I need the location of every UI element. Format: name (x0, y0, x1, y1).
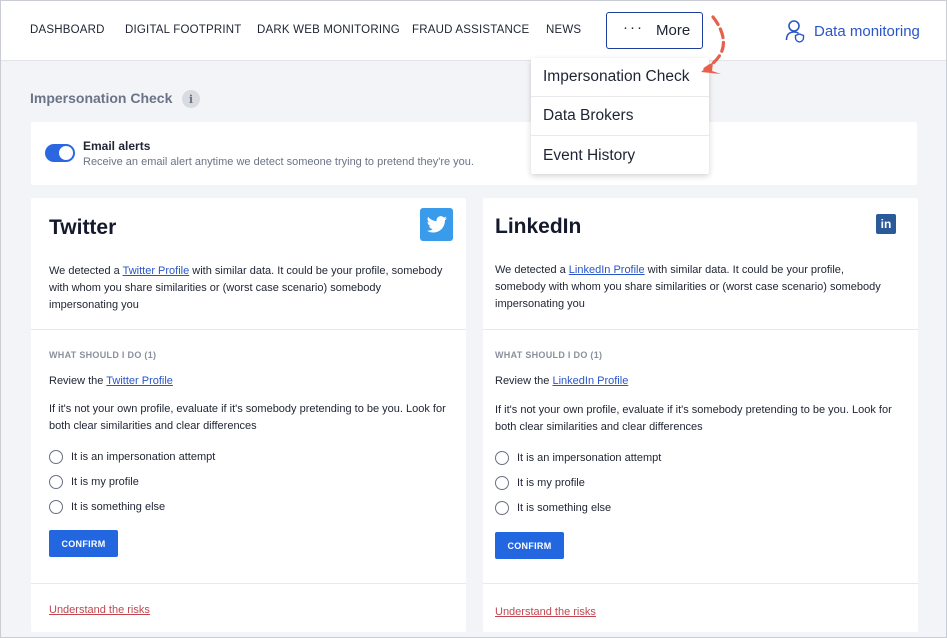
more-dots-icon: ··· (623, 19, 644, 36)
confirm-button[interactable]: CONFIRM (495, 532, 564, 559)
email-alerts-description: Receive an email alert anytime we detect… (83, 156, 474, 168)
card-title: LinkedIn (495, 215, 582, 238)
nav-digital-footprint[interactable]: DIGITAL FOOTPRINT (125, 24, 242, 36)
divider (31, 583, 466, 584)
menu-item-event-history[interactable]: Event History (531, 136, 709, 175)
linkedin-profile-link[interactable]: LinkedIn Profile (569, 264, 645, 276)
linkedin-in-icon: in (876, 214, 896, 234)
email-alerts-title: Email alerts (83, 139, 151, 153)
nav-fraud-assistance[interactable]: FRAUD ASSISTANCE (412, 24, 529, 36)
divider (31, 329, 466, 330)
understand-risks-link[interactable]: Understand the risks (495, 606, 596, 618)
nav-dark-web-monitoring[interactable]: DARK WEB MONITORING (257, 24, 400, 36)
option-my-profile[interactable]: It is my profile (49, 475, 139, 489)
review-linkedin-profile-link[interactable]: LinkedIn Profile (552, 375, 628, 387)
data-monitoring-label: Data monitoring (814, 22, 920, 40)
radio-button[interactable] (49, 450, 63, 464)
card-description: We detected a LinkedIn Profile with simi… (495, 262, 895, 313)
option-something-else[interactable]: It is something else (495, 501, 611, 515)
option-impersonation-attempt[interactable]: It is an impersonation attempt (495, 451, 661, 465)
option-something-else[interactable]: It is something else (49, 500, 165, 514)
radio-label: It is something else (517, 502, 612, 514)
menu-item-data-brokers[interactable]: Data Brokers (531, 97, 709, 136)
radio-button[interactable] (49, 500, 63, 514)
more-dropdown-menu: Impersonation Check Data Brokers Event H… (531, 58, 709, 174)
evaluate-text: If it's not your own profile, evaluate i… (49, 403, 446, 432)
divider (483, 329, 918, 330)
email-alerts-toggle[interactable] (45, 144, 75, 162)
toggle-knob (59, 146, 73, 160)
confirm-button[interactable]: CONFIRM (49, 530, 118, 557)
twitter-bird-icon (420, 208, 453, 241)
option-my-profile[interactable]: It is my profile (495, 476, 585, 490)
info-icon[interactable]: i (182, 90, 200, 108)
review-line: Review the Twitter Profile (49, 375, 173, 387)
radio-button[interactable] (49, 475, 63, 489)
evaluate-text: If it's not your own profile, evaluate i… (495, 404, 892, 433)
review-prefix: Review the (495, 375, 553, 387)
twitter-card: Twitter We detected a Twitter Profile wi… (31, 198, 466, 632)
desc-prefix: We detected a (495, 264, 569, 276)
app-window: DASHBOARD DIGITAL FOOTPRINT DARK WEB MON… (0, 0, 947, 638)
menu-item-impersonation-check[interactable]: Impersonation Check (531, 58, 709, 97)
radio-button[interactable] (495, 476, 509, 490)
radio-label: It is an impersonation attempt (71, 451, 216, 463)
review-line: Review the LinkedIn Profile (495, 375, 628, 387)
section-heading: WHAT SHOULD I DO (1) (49, 350, 157, 360)
divider (483, 583, 918, 584)
option-impersonation-attempt[interactable]: It is an impersonation attempt (49, 450, 215, 464)
more-label: More (656, 22, 691, 39)
radio-label: It is my profile (517, 477, 585, 489)
radio-button[interactable] (495, 501, 509, 515)
data-monitoring-link[interactable]: Data monitoring (785, 19, 920, 43)
review-twitter-profile-link[interactable]: Twitter Profile (106, 375, 173, 387)
annotation-arrow-icon (701, 15, 726, 74)
user-shield-icon (785, 20, 805, 43)
understand-risks-link[interactable]: Understand the risks (49, 604, 150, 616)
radio-label: It is something else (71, 501, 166, 513)
linkedin-card: LinkedIn in We detected a LinkedIn Profi… (483, 198, 918, 632)
email-alerts-card: Email alerts Receive an email alert anyt… (31, 122, 917, 185)
top-navigation: DASHBOARD DIGITAL FOOTPRINT DARK WEB MON… (1, 1, 946, 61)
twitter-profile-link[interactable]: Twitter Profile (123, 265, 190, 277)
page-title: Impersonation Check (30, 90, 173, 106)
desc-prefix: We detected a (49, 265, 123, 277)
section-heading: WHAT SHOULD I DO (1) (495, 350, 603, 360)
nav-news[interactable]: NEWS (546, 24, 581, 36)
card-title: Twitter (49, 216, 117, 239)
radio-label: It is an impersonation attempt (517, 452, 662, 464)
card-description: We detected a Twitter Profile with simil… (49, 263, 449, 314)
more-menu-button[interactable]: ··· More (606, 12, 703, 49)
nav-dashboard[interactable]: DASHBOARD (30, 24, 105, 36)
review-prefix: Review the (49, 375, 107, 387)
radio-label: It is my profile (71, 476, 139, 488)
radio-button[interactable] (495, 451, 509, 465)
